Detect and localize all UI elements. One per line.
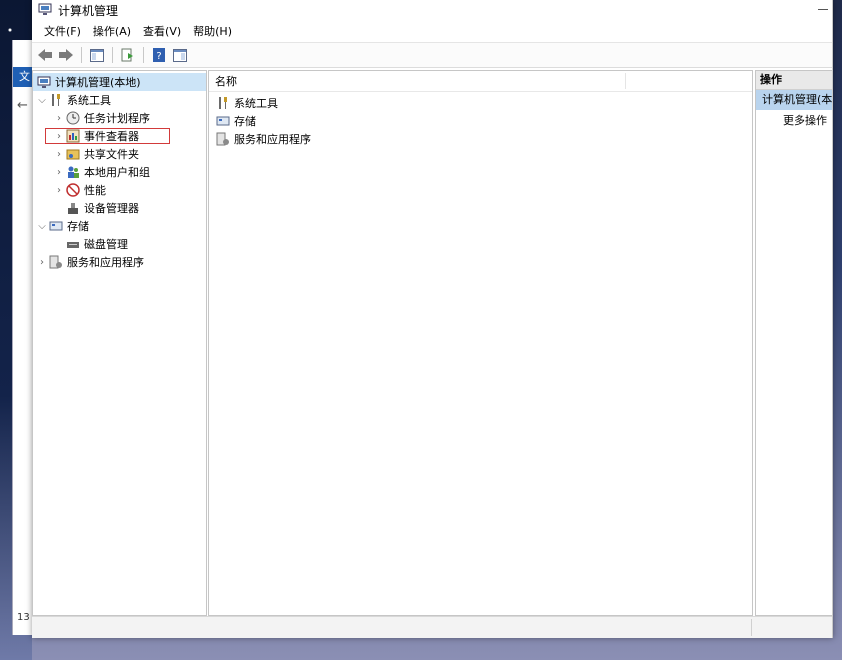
list-item-label: 系统工具 (234, 97, 278, 110)
actions-header: 操作 (756, 71, 832, 90)
svg-text:?: ? (156, 51, 161, 62)
show-hide-tree-icon[interactable] (88, 46, 106, 64)
chevron-right-icon[interactable]: › (53, 131, 65, 142)
services-icon (48, 254, 64, 270)
status-bar (32, 616, 832, 638)
chevron-down-icon[interactable]: ⌵ (36, 95, 48, 106)
list-item-label: 存储 (234, 115, 256, 128)
tree-label: 系统工具 (67, 94, 111, 107)
tree-item-device-manager[interactable]: 设备管理器 (33, 199, 206, 217)
chevron-right-icon[interactable]: › (53, 113, 65, 124)
storage-icon (215, 113, 231, 129)
column-header-row: 名称 (209, 71, 752, 92)
chevron-right-icon[interactable]: › (53, 149, 65, 160)
tree-item-root[interactable]: 计算机管理(本地) (33, 73, 206, 91)
tree-label: 共享文件夹 (84, 148, 139, 161)
list-item-label: 服务和应用程序 (234, 133, 311, 146)
list-item[interactable]: 存储 (209, 112, 752, 130)
tree-item-shared-folders[interactable]: › 共享文件夹 (33, 145, 206, 163)
navigation-tree: 计算机管理(本地) ⌵ 系统工具 › 任务计划程序 › 事件查看器 › 共享文件… (32, 70, 207, 616)
back-arrow-icon: ← (17, 98, 28, 113)
list-item[interactable]: 服务和应用程序 (209, 130, 752, 148)
menu-view[interactable]: 查看(V) (137, 23, 187, 39)
tree-item-task-scheduler[interactable]: › 任务计划程序 (33, 109, 206, 127)
tree-label: 存储 (67, 220, 89, 233)
clock-icon (65, 110, 81, 126)
toolbar-divider (81, 47, 82, 63)
tree-label: 本地用户和组 (84, 166, 150, 179)
menu-bar: 文件(F) 操作(A) 查看(V) 帮助(H) (32, 20, 832, 43)
event-viewer-icon (65, 128, 81, 144)
tree-label: 服务和应用程序 (67, 256, 144, 269)
background-counter: 13 (17, 612, 30, 623)
chevron-right-icon[interactable]: › (53, 185, 65, 196)
actions-section-title[interactable]: 计算机管理(本 (756, 90, 832, 110)
results-list: 系统工具 存储 服务和应用程序 (209, 94, 752, 148)
status-divider (751, 619, 752, 636)
toolbar-divider (112, 47, 113, 63)
minimize-icon[interactable] (818, 9, 828, 10)
tools-icon (215, 95, 231, 111)
computer-management-window: 计算机管理 文件(F) 操作(A) 查看(V) 帮助(H) ? 计算机管理(本地… (32, 0, 833, 638)
menu-help[interactable]: 帮助(H) (187, 23, 238, 39)
results-pane: 名称 系统工具 存储 服务和应用程序 (208, 70, 753, 616)
tree-item-system-tools[interactable]: ⌵ 系统工具 (33, 91, 206, 109)
disk-icon (65, 236, 81, 252)
computer-management-icon (38, 2, 52, 19)
performance-icon (65, 182, 81, 198)
tree-item-performance[interactable]: › 性能 (33, 181, 206, 199)
content-panes: 计算机管理(本地) ⌵ 系统工具 › 任务计划程序 › 事件查看器 › 共享文件… (32, 70, 832, 616)
menu-file[interactable]: 文件(F) (38, 23, 87, 39)
actions-pane: 操作 计算机管理(本 更多操作 (755, 70, 832, 616)
window-title: 计算机管理 (58, 3, 119, 18)
storage-icon (48, 218, 64, 234)
back-icon[interactable] (36, 46, 54, 64)
tree-item-storage[interactable]: ⌵ 存储 (33, 217, 206, 235)
tree-label: 性能 (84, 184, 106, 197)
toolbar: ? (32, 43, 832, 68)
chevron-right-icon[interactable]: › (53, 167, 65, 178)
tree-label: 设备管理器 (84, 202, 139, 215)
toolbar-divider (143, 47, 144, 63)
shared-folder-icon (65, 146, 81, 162)
more-actions-link[interactable]: 更多操作 (756, 110, 832, 132)
tree-label: 计算机管理(本地) (55, 76, 141, 89)
tree-label: 任务计划程序 (84, 112, 150, 125)
export-list-icon[interactable] (119, 46, 137, 64)
title-bar: 计算机管理 (32, 0, 832, 20)
tools-icon (48, 92, 64, 108)
tree-item-event-viewer[interactable]: › 事件查看器 (33, 127, 206, 145)
list-item[interactable]: 系统工具 (209, 94, 752, 112)
chevron-right-icon[interactable]: › (36, 257, 48, 268)
device-manager-icon (65, 200, 81, 216)
column-header-name[interactable]: 名称 (209, 73, 626, 89)
computer-management-icon (36, 74, 52, 90)
tree-label: 磁盘管理 (84, 238, 128, 251)
show-hide-action-pane-icon[interactable] (171, 46, 189, 64)
menu-action[interactable]: 操作(A) (87, 23, 137, 39)
tree-item-local-users[interactable]: › 本地用户和组 (33, 163, 206, 181)
users-icon (65, 164, 81, 180)
services-icon (215, 131, 231, 147)
chevron-down-icon[interactable]: ⌵ (36, 221, 48, 232)
tree-item-disk-management[interactable]: 磁盘管理 (33, 235, 206, 253)
forward-icon[interactable] (57, 46, 75, 64)
tree-label: 事件查看器 (84, 130, 139, 143)
help-icon[interactable]: ? (150, 46, 168, 64)
tree-item-services-apps[interactable]: › 服务和应用程序 (33, 253, 206, 271)
